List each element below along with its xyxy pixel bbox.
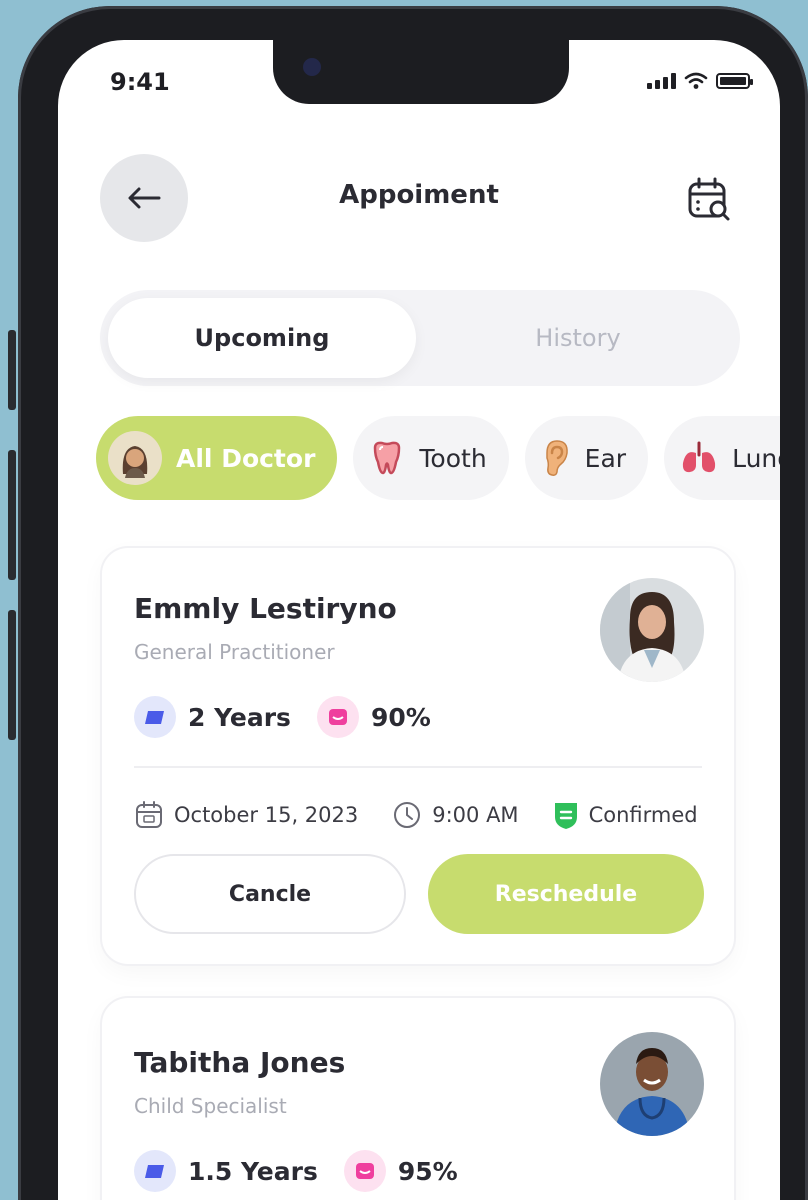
doctor-specialty: Child Specialist — [134, 1094, 287, 1118]
appointment-time: 9:00 AM — [432, 803, 519, 827]
appointment-date: October 15, 2023 — [174, 803, 359, 827]
page-title: Appoiment — [339, 180, 499, 210]
filter-label: All Doctor — [176, 443, 316, 473]
header: Appoiment — [58, 152, 780, 244]
doctor-avatar-icon — [108, 431, 162, 485]
appointment-card[interactable]: Tabitha Jones Child Specialist 1.5 Years… — [102, 998, 734, 1200]
rating-icon — [316, 696, 359, 738]
tab-upcoming[interactable]: Upcoming — [108, 298, 416, 378]
calendar-search-icon — [688, 177, 730, 221]
appointment-card[interactable]: Emmly Lestiryno General Practitioner 2 Y… — [102, 548, 734, 964]
experience-icon — [134, 696, 176, 738]
shield-check-icon — [554, 803, 577, 829]
appointment-details: October 15, 2023 9:00 AM Confirmed — [134, 800, 698, 830]
filter-label: Ear — [584, 443, 627, 473]
filter-all-doctor[interactable]: All Doctor — [96, 416, 338, 500]
wifi-icon — [684, 72, 708, 89]
doctor-photo — [600, 1032, 704, 1136]
doctor-stats: 2 Years 90% — [134, 696, 431, 738]
rating-value: 95% — [397, 1156, 458, 1186]
side-button — [8, 330, 16, 410]
filter-label: Tooth — [419, 443, 487, 473]
divider — [134, 766, 702, 768]
side-button — [8, 450, 16, 580]
tab-history[interactable]: History — [424, 298, 732, 378]
cancel-button[interactable]: Cancle — [134, 854, 406, 934]
doctor-stats: 1.5 Years 95% — [134, 1150, 458, 1192]
clock-icon — [394, 802, 421, 828]
side-button — [8, 610, 16, 740]
app-screen: 9:41 Appoiment Upcoming History All Doct… — [58, 40, 780, 1200]
camera — [303, 58, 321, 76]
filter-ear[interactable]: Ear — [524, 416, 649, 500]
doctor-photo — [600, 578, 704, 682]
calendar-search-button[interactable] — [686, 176, 732, 222]
ear-icon — [545, 440, 568, 476]
reschedule-button[interactable]: Reschedule — [428, 854, 704, 934]
filter-tooth[interactable]: Tooth — [353, 416, 509, 500]
tooth-icon — [374, 441, 401, 475]
rating-icon — [343, 1150, 386, 1192]
filter-lungs[interactable]: Lungs — [664, 416, 780, 500]
filter-label: Lungs — [732, 443, 780, 473]
status-time: 9:41 — [110, 68, 170, 96]
signal-icon — [647, 73, 676, 89]
experience-value: 2 Years — [188, 702, 291, 732]
battery-icon — [716, 73, 753, 89]
specialty-filter: All Doctor Tooth Ear Lungs — [96, 416, 780, 500]
doctor-name: Tabitha Jones — [134, 1046, 346, 1079]
status-icons — [647, 72, 753, 90]
lungs-icon — [682, 441, 716, 473]
doctor-specialty: General Practitioner — [134, 640, 335, 664]
calendar-icon — [136, 801, 162, 828]
rating-value: 90% — [370, 702, 431, 732]
experience-icon — [134, 1150, 176, 1192]
doctor-name: Emmly Lestiryno — [134, 592, 397, 625]
appointment-status: Confirmed — [588, 803, 698, 827]
experience-value: 1.5 Years — [188, 1156, 318, 1186]
appointment-tabs: Upcoming History — [100, 290, 740, 386]
